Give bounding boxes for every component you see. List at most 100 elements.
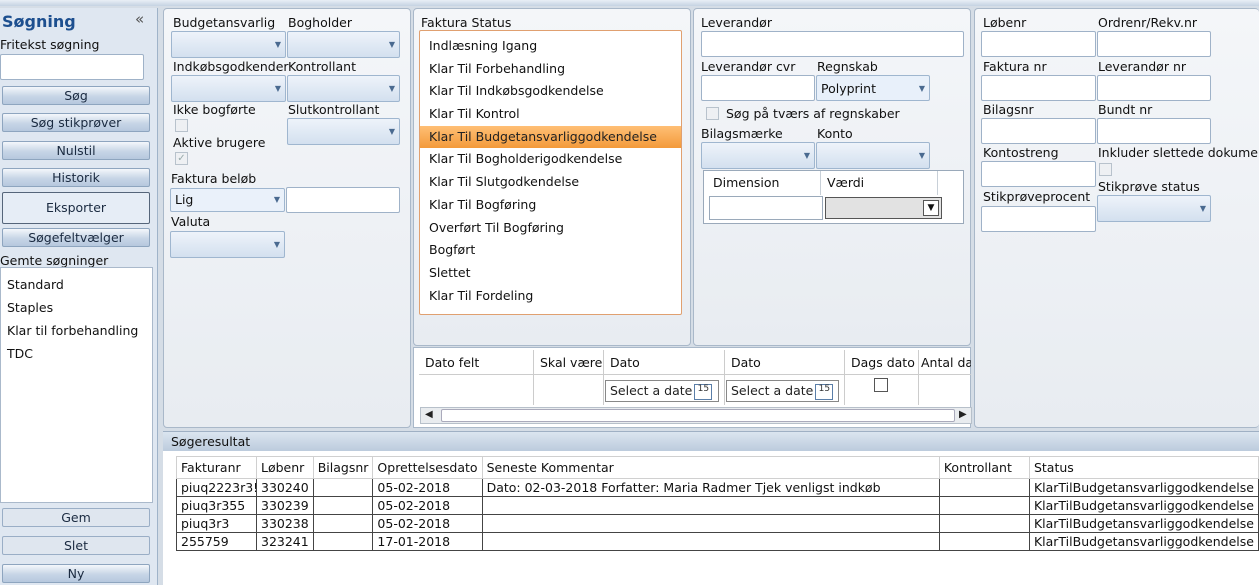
- account-label: Konto: [817, 126, 853, 141]
- scrollbar-thumb[interactable]: [441, 409, 955, 422]
- status-item[interactable]: Klar Til Slutgodkendelse: [420, 171, 681, 194]
- sample-search-button[interactable]: Søg stikprøver: [2, 113, 150, 132]
- date-field-header: Dato felt: [425, 355, 480, 370]
- table-row[interactable]: piuq2223r3! 330240 05-02-2018 Dato: 02-03-2…: [176, 478, 1259, 497]
- table-cell: 323241: [256, 532, 314, 551]
- saved-search-item[interactable]: TDC: [1, 342, 152, 365]
- order-no-input[interactable]: [1097, 31, 1211, 57]
- controller-dropdown[interactable]: ▼: [287, 75, 400, 102]
- grid-divider: [844, 350, 845, 405]
- col-status[interactable]: Status: [1028, 456, 1259, 479]
- results-table: Fakturanr Løbenr Bilagsnr Oprettelsesdat…: [176, 456, 1259, 551]
- accounting-dropdown[interactable]: Polyprint ▼: [816, 75, 930, 101]
- date-to-picker[interactable]: Select a date 15: [726, 380, 839, 402]
- table-cell: [938, 478, 1030, 497]
- new-button[interactable]: Ny: [2, 564, 150, 583]
- order-no-label: Ordrenr/Rekv.nr: [1098, 15, 1198, 30]
- reset-button[interactable]: Nulstil: [2, 141, 150, 160]
- table-row[interactable]: piuq3r3 330238 05-02-2018 KlarTilBudgetansv…: [176, 514, 1259, 533]
- date-from-picker[interactable]: Select a date 15: [605, 380, 719, 402]
- supplier-label: Leverandør: [701, 15, 772, 30]
- horizontal-scrollbar[interactable]: ◀ ▶: [420, 407, 972, 424]
- status-item[interactable]: Klar Til Kontrol: [420, 103, 681, 126]
- chevron-down-icon: ▼: [803, 151, 810, 160]
- freetext-search-input[interactable]: [0, 54, 144, 80]
- dimension-cell[interactable]: [709, 196, 823, 220]
- status-item[interactable]: Klar Til Bogholderigodkendelse: [420, 148, 681, 171]
- supplier-cvr-input[interactable]: [701, 75, 815, 101]
- table-cell: [312, 478, 374, 497]
- sample-percent-input[interactable]: [981, 206, 1096, 232]
- bookkeeper-dropdown[interactable]: ▼: [287, 31, 400, 58]
- saved-search-item[interactable]: Klar til forbehandling: [1, 319, 152, 342]
- bilag-mark-dropdown[interactable]: ▼: [701, 142, 815, 169]
- col-controller[interactable]: Kontrollant: [938, 456, 1030, 479]
- saved-searches-label: Gemte søgninger: [0, 253, 109, 268]
- saved-search-item[interactable]: Standard: [1, 273, 152, 296]
- chevron-down-icon: ▼: [274, 84, 281, 93]
- status-item[interactable]: Bogført: [420, 239, 681, 262]
- active-users-checkbox[interactable]: ✓: [175, 152, 188, 165]
- amount-operator-dropdown[interactable]: Lig ▼: [170, 188, 285, 212]
- col-created-date[interactable]: Oprettelsesdato: [372, 456, 483, 479]
- supplier-no-input[interactable]: [1097, 75, 1211, 101]
- export-button[interactable]: Eksporter: [2, 192, 150, 224]
- todays-date-checkbox[interactable]: [874, 378, 888, 392]
- sample-status-dropdown[interactable]: ▼: [1097, 195, 1211, 222]
- status-item[interactable]: Klar Til Indkøbsgodkendelse: [420, 80, 681, 103]
- col-serial-no[interactable]: Løbenr: [256, 456, 314, 479]
- scroll-right-icon[interactable]: ▶: [959, 409, 967, 420]
- accounting-value: Polyprint: [821, 81, 876, 96]
- active-users-label: Aktive brugere: [173, 135, 266, 150]
- table-row[interactable]: piuq3r355 330239 05-02-2018 KlarTilBudgetan…: [176, 496, 1259, 515]
- account-dropdown[interactable]: ▼: [816, 142, 930, 169]
- not-posted-checkbox[interactable]: [175, 119, 188, 132]
- final-controller-dropdown[interactable]: ▼: [287, 118, 400, 145]
- calendar-icon[interactable]: 15: [815, 383, 834, 400]
- invoice-status-list[interactable]: Indlæsning Igang Klar Til Forbehandling …: [419, 30, 682, 315]
- status-item[interactable]: Indlæsning Igang: [420, 35, 681, 58]
- bilag-no-input[interactable]: [981, 118, 1096, 144]
- purchase-approver-dropdown[interactable]: ▼: [171, 75, 286, 102]
- saved-search-item[interactable]: Staples: [1, 296, 152, 319]
- field-chooser-button[interactable]: Søgefeltvælger: [2, 228, 150, 247]
- collapse-icon[interactable]: «: [135, 10, 144, 28]
- todays-date-header: Dags dato: [851, 355, 915, 370]
- history-button[interactable]: Historik: [2, 168, 150, 187]
- table-cell: piuq3r3: [176, 514, 257, 533]
- date-from-header: Dato: [610, 355, 640, 370]
- include-deleted-checkbox[interactable]: [1099, 163, 1112, 176]
- calendar-icon[interactable]: 15: [694, 383, 713, 400]
- bundle-no-input[interactable]: [1097, 118, 1211, 144]
- col-latest-comment[interactable]: Seneste Kommentar: [481, 456, 940, 479]
- delete-button[interactable]: Slet: [2, 536, 150, 555]
- status-item[interactable]: Klar Til Bogføring: [420, 194, 681, 217]
- results-title: Søgeresultat: [163, 431, 1259, 451]
- top-strip: [0, 0, 1259, 6]
- scroll-left-icon[interactable]: ◀: [425, 409, 433, 420]
- budget-responsible-dropdown[interactable]: ▼: [171, 31, 286, 58]
- bundle-no-label: Bundt nr: [1098, 102, 1153, 117]
- table-row[interactable]: 255759 323241 17-01-2018 KlarTilBudgetansva…: [176, 532, 1259, 551]
- amount-input[interactable]: [286, 187, 400, 213]
- status-item[interactable]: Klar Til Fordeling: [420, 285, 681, 308]
- invoice-no-input[interactable]: [981, 75, 1096, 101]
- cross-accounts-checkbox[interactable]: [706, 107, 719, 120]
- status-item[interactable]: Overført Til Bogføring: [420, 217, 681, 240]
- status-item-selected[interactable]: Klar Til Budgetansvarliggodkendelse: [420, 125, 681, 149]
- status-item[interactable]: Klar Til Forbehandling: [420, 58, 681, 81]
- table-cell: [312, 532, 374, 551]
- currency-dropdown[interactable]: ▼: [170, 231, 285, 258]
- purchase-approver-label: Indkøbsgodkender: [173, 59, 289, 74]
- save-button[interactable]: Gem: [2, 508, 150, 527]
- col-invoice-no[interactable]: Fakturanr: [176, 456, 257, 479]
- account-string-input[interactable]: [981, 161, 1096, 187]
- value-cell-dropdown[interactable]: ▼: [825, 197, 942, 219]
- status-item[interactable]: Slettet: [420, 262, 681, 285]
- supplier-input[interactable]: [701, 31, 964, 57]
- search-button[interactable]: Søg: [2, 86, 150, 105]
- table-cell: 05-02-2018: [372, 514, 483, 533]
- col-bilag-no[interactable]: Bilagsnr: [312, 456, 374, 479]
- serial-no-input[interactable]: [981, 31, 1096, 57]
- chevron-down-icon: ▼: [1199, 204, 1206, 213]
